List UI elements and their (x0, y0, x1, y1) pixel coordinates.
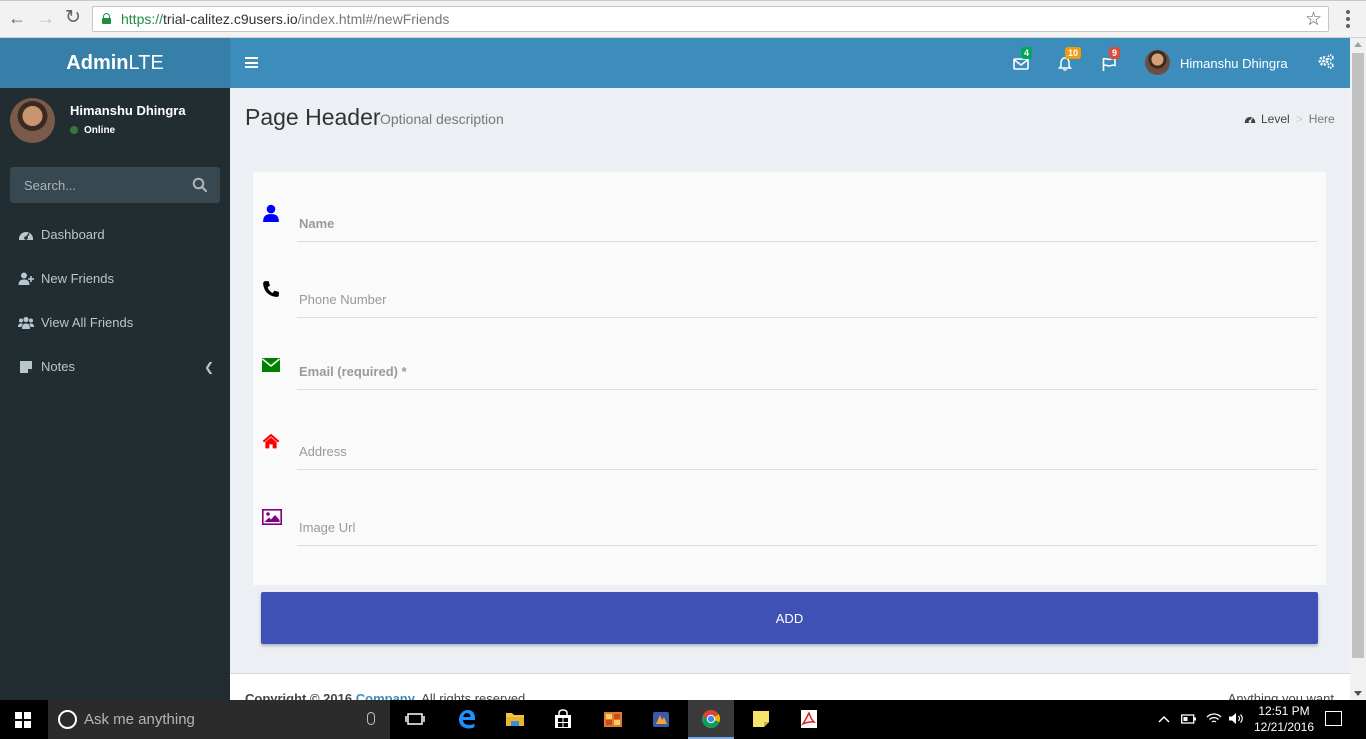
chrome-app[interactable] (688, 700, 734, 739)
lock-icon (102, 13, 111, 24)
taskbar-clock[interactable]: 12:51 PM 12/21/2016 (1252, 703, 1316, 735)
header-user-name: Himanshu Dhingra (1180, 56, 1288, 71)
scroll-up-icon[interactable] (1354, 42, 1362, 47)
windows-start-icon[interactable] (15, 712, 31, 728)
address-bar[interactable]: https://trial-calitez.c9users.io/index.h… (92, 6, 1329, 32)
reload-icon[interactable]: ↻ (64, 8, 82, 27)
add-button[interactable]: ADD (261, 592, 1318, 644)
scroll-down-icon[interactable] (1354, 691, 1362, 696)
file-explorer-app[interactable] (492, 700, 538, 739)
sidebar-search-form (10, 167, 220, 203)
tab-strip-edge (0, 0, 1366, 1)
battery-icon[interactable] (1181, 713, 1197, 724)
edge-app[interactable] (444, 700, 490, 739)
taskbar-search-box[interactable]: Ask me anything (48, 700, 390, 739)
chevron-left-icon: ❮ (204, 360, 215, 374)
browser-menu-icon[interactable] (1340, 8, 1356, 30)
messages-menu[interactable]: 4 (1011, 47, 1033, 74)
dashboard-icon (1244, 117, 1256, 123)
sidebar-avatar (10, 98, 55, 143)
avatar (1145, 50, 1170, 75)
note-icon (20, 361, 32, 373)
content-wrapper: Page Header Optional description Level > H… (230, 88, 1350, 673)
sticky-note-icon (753, 711, 769, 727)
sticky-notes-app[interactable] (738, 700, 784, 739)
forward-icon[interactable]: → (37, 9, 55, 27)
search-input[interactable] (10, 167, 180, 203)
app-grid-icon (604, 712, 622, 727)
online-dot-icon (70, 126, 78, 134)
breadcrumb-here: Here (1308, 112, 1335, 126)
footer-right-text: Anything you want (1227, 691, 1334, 700)
footer-copyright: Copyright © 2016 Company. All rights res… (245, 691, 529, 700)
dashboard-icon (19, 232, 33, 240)
main-footer: Copyright © 2016 Company. All rights res… (230, 673, 1350, 700)
microphone-icon[interactable] (367, 712, 375, 725)
phone-icon (263, 281, 279, 297)
acrobat-app[interactable] (786, 700, 832, 739)
store-app[interactable] (540, 700, 586, 739)
edge-icon (459, 710, 476, 729)
messages-badge: 4 (1021, 47, 1033, 59)
search-icon[interactable] (192, 177, 208, 193)
folder-icon (506, 713, 524, 726)
sidebar-item-notes[interactable]: Notes ❮ (0, 345, 230, 389)
sidebar-toggle-icon[interactable] (245, 57, 258, 68)
tasks-badge: 9 (1109, 47, 1121, 59)
image-icon (262, 509, 282, 525)
sidebar: Himanshu Dhingra Online Dashboard New Fr… (0, 88, 230, 700)
sidebar-user-name: Himanshu Dhingra (70, 103, 186, 118)
task-view-icon (405, 713, 425, 725)
pinned-app-2[interactable] (638, 700, 684, 739)
browser-toolbar: ← → ↻ https://trial-calitez.c9users.io/i… (0, 0, 1366, 38)
media-icon (653, 712, 669, 727)
task-view-button[interactable] (392, 700, 438, 739)
pdf-icon (801, 710, 817, 728)
back-icon[interactable]: ← (8, 9, 26, 27)
url-text: https://trial-calitez.c9users.io/index.h… (121, 11, 450, 27)
app-logo[interactable]: AdminLTE (0, 38, 230, 88)
store-icon (555, 709, 571, 728)
action-center-icon[interactable] (1325, 711, 1342, 726)
sidebar-item-dashboard[interactable]: Dashboard (0, 213, 230, 257)
wifi-icon[interactable] (1206, 712, 1222, 725)
page-description: Optional description (380, 111, 504, 127)
chrome-icon (701, 710, 721, 729)
phone-field[interactable]: Phone Number (253, 260, 1326, 320)
top-navbar: 4 10 9 Himanshu Dhingra (230, 38, 1350, 88)
name-field[interactable]: Name (253, 184, 1326, 244)
user-plus-icon (18, 272, 34, 285)
notifications-badge: 10 (1065, 47, 1082, 59)
email-field[interactable]: Email (required) * (253, 336, 1326, 396)
volume-icon[interactable] (1228, 712, 1244, 725)
new-friend-form: Name Phone Number Email (required) * Add… (253, 172, 1326, 585)
address-field[interactable]: Address (253, 412, 1326, 472)
tasks-menu[interactable]: 9 (1099, 47, 1121, 74)
sidebar-item-view-all-friends[interactable]: View All Friends (0, 301, 230, 345)
windows-taskbar: Ask me anything 12:51 PM 12/21/2016 (0, 700, 1366, 739)
users-icon (18, 316, 34, 329)
scrollbar-thumb[interactable] (1352, 53, 1364, 658)
pinned-app-1[interactable] (590, 700, 636, 739)
home-icon (262, 433, 280, 449)
cortana-icon (58, 710, 77, 729)
gears-icon[interactable] (1317, 53, 1335, 71)
user-status[interactable]: Online (70, 125, 115, 136)
page-title: Page Header (245, 104, 381, 130)
user-icon (263, 204, 279, 222)
page-scrollbar[interactable] (1350, 38, 1366, 700)
breadcrumb-level[interactable]: Level (1261, 112, 1290, 126)
envelope-icon (262, 358, 280, 372)
company-link[interactable]: Company. (356, 691, 418, 700)
bookmark-star-icon[interactable]: ☆ (1305, 8, 1322, 31)
chevron-up-icon[interactable] (1158, 715, 1170, 723)
breadcrumb: Level > Here (1244, 112, 1335, 126)
image-url-field[interactable]: Image Url (253, 488, 1326, 548)
sidebar-item-new-friends[interactable]: New Friends (0, 257, 230, 301)
notifications-menu[interactable]: 10 (1055, 47, 1082, 74)
